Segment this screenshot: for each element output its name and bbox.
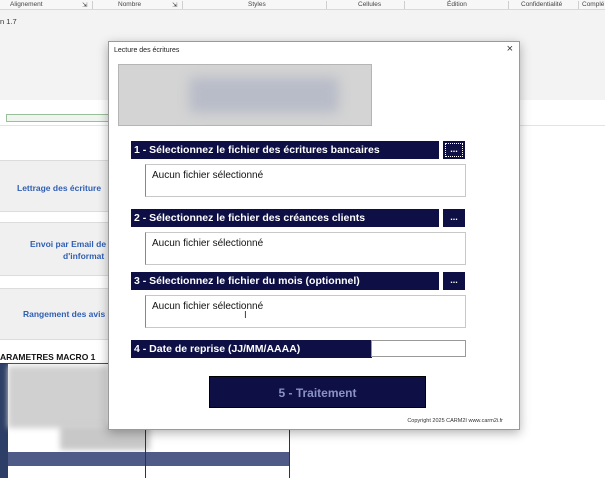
version-label: n 1.7 <box>0 17 17 26</box>
clients-file-field[interactable]: Aucun fichier sélectionné <box>145 232 466 265</box>
macro-button-label-line2: d'informat <box>63 251 105 261</box>
copyright-notice: Copyright 2025 CARM2I www.carm2i.fr <box>407 418 503 424</box>
ribbon-group-nombre[interactable]: Nombre <box>118 1 141 8</box>
params-sidebar <box>0 364 8 478</box>
step-2-label: 2 - Sélectionnez le fichier des créances… <box>131 209 439 227</box>
dialog-launcher-icon[interactable]: ⇲ <box>172 1 177 9</box>
ribbon-group-edition[interactable]: Édition <box>447 1 467 8</box>
selected-cell-range[interactable] <box>6 114 111 122</box>
ribbon-group-confidentialite[interactable]: Confidentialité <box>521 1 562 8</box>
params-section-title: ARAMETRES MACRO 1 <box>0 352 96 362</box>
browse-button-bank-file[interactable]: ... <box>443 141 465 159</box>
browse-button-clients-file[interactable]: ... <box>443 209 465 227</box>
macro-button-label: Envoi par Email de <box>30 239 107 249</box>
params-footer-strip <box>8 452 290 466</box>
step-4-label: 4 - Date de reprise (JJ/MM/AAAA) <box>131 340 372 358</box>
step-1-label: 1 - Sélectionnez le fichier des écriture… <box>131 141 439 159</box>
step-3-label: 3 - Sélectionnez le fichier du mois (opt… <box>131 272 439 290</box>
process-button[interactable]: 5 - Traitement <box>209 376 426 408</box>
macro-button-envoi-email[interactable]: Envoi par Email de d'informat <box>0 222 112 276</box>
close-icon[interactable]: × <box>507 43 513 55</box>
macro-button-rangement[interactable]: Rangement des avis <box>0 288 112 340</box>
macro-button-label: Rangement des avis <box>23 309 106 319</box>
blurred-content <box>8 366 108 428</box>
dialog-title: Lecture des écritures <box>114 47 180 54</box>
ribbon-group-bar: Alignement ⇲ Nombre ⇲ Styles Cellules Éd… <box>0 0 605 10</box>
macro-button-label: Lettrage des écriture <box>17 183 102 193</box>
month-file-field[interactable]: Aucun fichier sélectionné <box>145 295 466 328</box>
browse-button-month-file[interactable]: ... <box>443 272 465 290</box>
text-cursor-icon: I <box>244 310 247 321</box>
bank-file-field[interactable]: Aucun fichier sélectionné <box>145 164 466 197</box>
ribbon-group-alignement[interactable]: Alignement <box>10 1 43 8</box>
dialog-launcher-icon[interactable]: ⇲ <box>82 1 87 9</box>
company-logo <box>118 64 372 126</box>
resume-date-input[interactable] <box>371 340 466 357</box>
ribbon-group-cellules[interactable]: Cellules <box>358 1 381 8</box>
lecture-ecritures-dialog: Lecture des écritures × 1 - Sélectionnez… <box>108 41 520 430</box>
macro-button-lettrage[interactable]: Lettrage des écriture <box>0 160 112 212</box>
ribbon-group-styles[interactable]: Styles <box>248 1 266 8</box>
ribbon-group-complements[interactable]: Complé <box>582 1 604 8</box>
